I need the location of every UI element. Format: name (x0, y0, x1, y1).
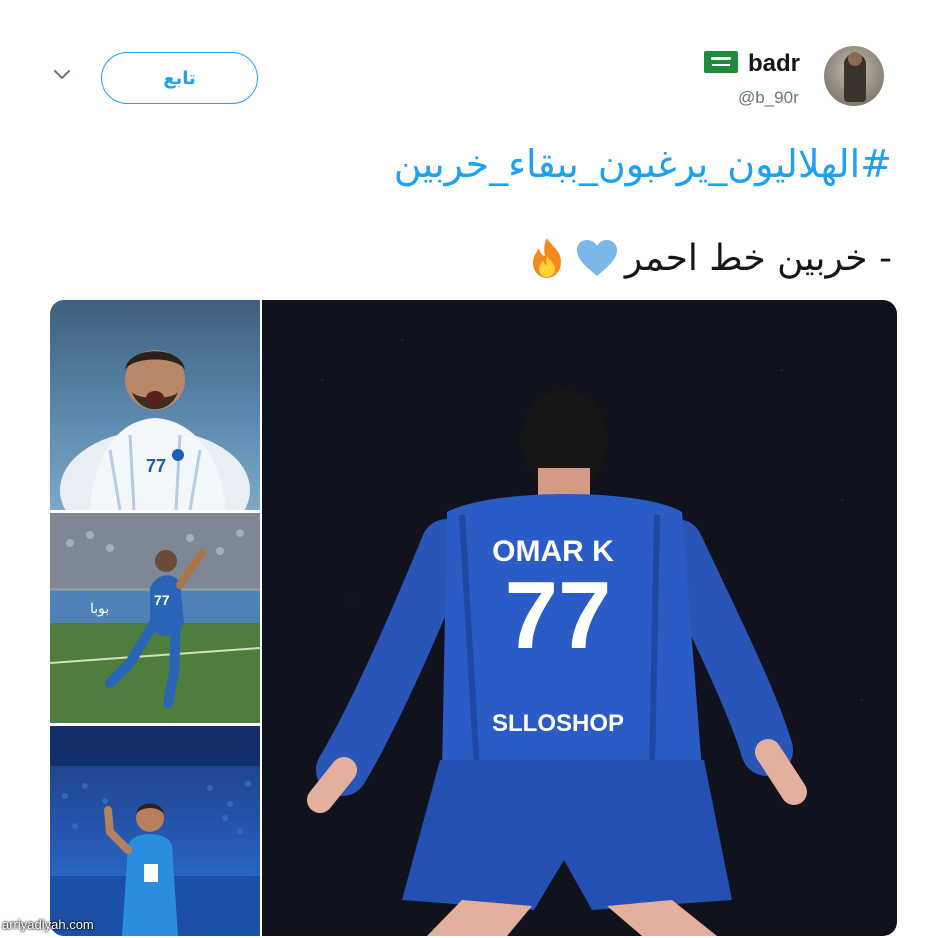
jersey-number: 77 (504, 562, 612, 669)
tweet-text-line: - خربين خط احمر (525, 236, 892, 280)
svg-text:بوبا: بوبا (90, 601, 109, 617)
main-image[interactable]: OMAR K 77 SLLOSHOP (262, 300, 897, 936)
tweet-text: - خربين خط احمر (624, 237, 892, 279)
watermark: arriyadiyah.com (2, 917, 94, 932)
thumbnail-image[interactable]: 77 (50, 300, 260, 510)
player-celebrating-white-kit: 77 (60, 350, 250, 510)
avatar[interactable] (824, 46, 884, 106)
avatar-head (848, 52, 862, 66)
display-name[interactable]: badr (748, 50, 800, 78)
thumbnail-image[interactable] (50, 726, 260, 936)
chevron-down-icon[interactable] (52, 68, 72, 82)
blue-heart-icon (576, 240, 617, 276)
fire-icon (532, 238, 561, 278)
user-handle[interactable]: @b_90r (738, 88, 799, 108)
thumbnail-image[interactable]: بوبا 77 (50, 513, 260, 723)
follow-button[interactable]: تابع (101, 52, 258, 104)
hashtag-link[interactable]: #الهلاليون_يرغبون_ببقاء_خربين (394, 142, 892, 186)
svg-text:77: 77 (154, 592, 170, 608)
svg-text:77: 77 (146, 456, 166, 476)
jersey-sponsor: SLLOSHOP (491, 710, 624, 737)
media-grid[interactable]: 77 بوبا 77 OMAR K 77 SLLOSHOP (50, 300, 897, 936)
player-running-on-pitch: بوبا 77 (50, 513, 260, 723)
player-waving-to-crowd (50, 726, 260, 936)
saudi-flag-icon (704, 51, 738, 73)
